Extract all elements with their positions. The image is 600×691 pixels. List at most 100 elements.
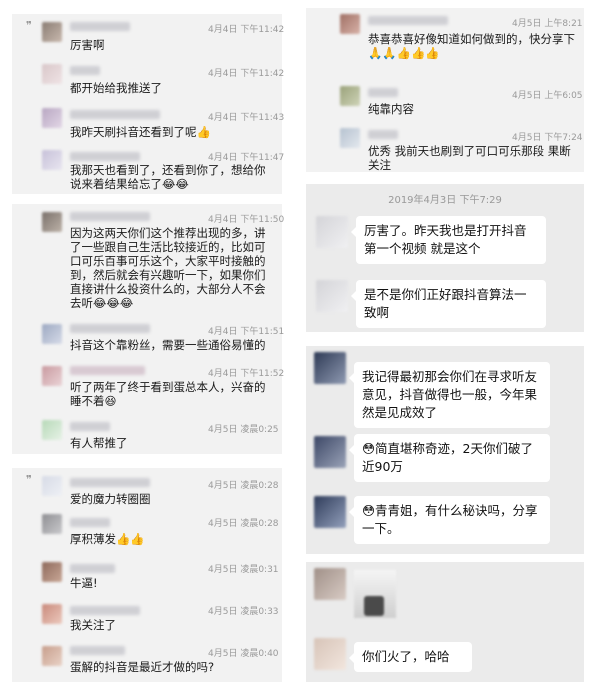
username[interactable] (70, 606, 140, 615)
comment-item: 4月5日 凌晨0:25 有人帮推了 (12, 414, 282, 454)
username[interactable] (70, 110, 160, 119)
comment-time: 4月5日 凌晨0:31 (208, 565, 279, 575)
comment-item: 4月5日 凌晨0:33 我关注了 (12, 598, 282, 638)
chat-panel-7: 你们火了，哈哈 (306, 562, 584, 682)
comment-item: 4月5日 上午8:21 恭喜恭喜好像知道如何做到的，快分享下🙏🙏👍👍👍 (306, 8, 584, 74)
username[interactable] (70, 22, 130, 31)
avatar[interactable] (42, 476, 62, 496)
avatar[interactable] (42, 212, 62, 232)
comment-text: 抖音这个靠粉丝，需要一些通俗易懂的 (70, 338, 266, 352)
avatar[interactable] (314, 436, 346, 468)
comment-item: 4月5日 下午7:24 优秀 我前天也刷到了可口可乐那段 果断关注 (306, 122, 584, 172)
comment-panel-2: 4月4日 下午11:50 因为这两天你们这个推荐出现的多，讲了一些跟自己生活比较… (12, 204, 285, 454)
chat-bubble: 😳简直堪称奇迹，2天你们破了近90万 (349, 434, 550, 482)
comment-text: 我昨天刷抖音还看到了呢👍 (70, 125, 211, 139)
username[interactable] (70, 324, 150, 333)
avatar[interactable] (42, 22, 62, 42)
avatar[interactable] (42, 420, 62, 440)
chat-bubble: 是不是你们正好跟抖音算法一致啊 (351, 280, 546, 328)
comment-time: 4月5日 凌晨0:25 (208, 425, 279, 435)
chat-panel-6: 我记得最初那会你们在寻求听友意见，抖音做得也一般，今年果然是见成效了 😳简直堪称… (306, 346, 584, 554)
avatar[interactable] (316, 216, 348, 248)
username[interactable] (70, 478, 150, 487)
username[interactable] (70, 212, 150, 221)
comment-time: 4月5日 下午7:24 (512, 133, 583, 143)
comment-item: 4月5日 凌晨0:28 爱的魔力转圈圈 (12, 468, 282, 508)
username[interactable] (70, 366, 145, 375)
comment-time: 4月4日 下午11:42 (208, 25, 285, 35)
avatar[interactable] (42, 646, 62, 666)
comment-time: 4月5日 上午6:05 (512, 91, 583, 101)
comment-text: 厚积薄发👍👍 (70, 532, 145, 546)
username[interactable] (70, 646, 125, 655)
avatar[interactable] (314, 568, 346, 600)
comment-text: 蛋解的抖音是最近才做的吗? (70, 660, 215, 674)
comment-time: 4月4日 下午11:43 (208, 113, 285, 123)
avatar[interactable] (314, 496, 346, 528)
avatar[interactable] (340, 86, 360, 106)
avatar[interactable] (340, 14, 360, 34)
username[interactable] (368, 16, 448, 25)
comment-time: 4月5日 凌晨0:40 (208, 649, 279, 659)
avatar[interactable] (314, 352, 346, 384)
username[interactable] (70, 564, 115, 573)
comment-time: 4月4日 下午11:50 (208, 215, 285, 225)
comment-time: 4月4日 下午11:52 (208, 369, 285, 379)
comment-item: 4月5日 上午6:05 纯靠内容 (306, 80, 584, 124)
avatar[interactable] (42, 324, 62, 344)
chat-bubble: 我记得最初那会你们在寻求听友意见，抖音做得也一般，今年果然是见成效了 (349, 362, 550, 428)
comment-text: 都开始给我推送了 (70, 81, 162, 95)
avatar[interactable] (42, 108, 62, 128)
comment-text: 优秀 我前天也刷到了可口可乐那段 果断关注 (368, 144, 571, 172)
username[interactable] (70, 152, 140, 161)
comment-text: 牛逼! (70, 576, 98, 590)
chat-bubble: 厉害了。昨天我也是打开抖音第一个视频 就是这个 (351, 216, 546, 264)
comment-text: 爱的魔力转圈圈 (70, 492, 151, 506)
comment-panel-1: ❞ 4月4日 下午11:42 厉害啊 4月4日 下午11:42 都开始给我推送了… (12, 14, 285, 194)
comment-text: 我那天也看到了，还看到你了，想给你说来着结果给忘了😂😂 (70, 163, 266, 191)
comment-text: 因为这两天你们这个推荐出现的多，讲了一些跟自己生活比较接近的，比如可口可乐百事可… (70, 226, 266, 310)
comment-text: 纯靠内容 (368, 102, 414, 116)
comment-time: 4月5日 凌晨0:28 (208, 519, 279, 529)
avatar[interactable] (340, 128, 360, 148)
username[interactable] (368, 130, 398, 139)
chat-panel-5: 2019年4月3日 下午7:29 厉害了。昨天我也是打开抖音第一个视频 就是这个… (306, 184, 584, 332)
chat-bubble: 😳青青姐，有什么秘诀吗，分享一下。 (349, 496, 550, 544)
username[interactable] (70, 518, 110, 527)
avatar[interactable] (42, 366, 62, 386)
comment-item: 4月4日 下午11:52 听了两年了终于看到蛋总本人，兴奋的睡不着😆 (12, 358, 285, 414)
chat-bubble: 你们火了，哈哈 (349, 642, 472, 672)
comment-item: 4月4日 下午11:42 都开始给我推送了 (12, 58, 285, 102)
comment-time: 4月4日 下午11:51 (208, 327, 285, 337)
comment-panel-3: ❞ 4月5日 凌晨0:28 爱的魔力转圈圈 4月5日 凌晨0:28 厚积薄发👍👍… (12, 468, 282, 682)
avatar[interactable] (316, 280, 348, 312)
comment-text: 恭喜恭喜好像知道如何做到的，快分享下🙏🙏👍👍👍 (368, 32, 575, 60)
video-thumbnail-figure (364, 596, 384, 616)
comment-item: 4月4日 下午11:42 厉害啊 (12, 14, 285, 60)
username[interactable] (70, 422, 110, 431)
avatar[interactable] (42, 562, 62, 582)
avatar[interactable] (42, 150, 62, 170)
comment-item: 4月5日 凌晨0:31 牛逼! (12, 556, 282, 596)
comment-item: 4月4日 下午11:43 我昨天刷抖音还看到了呢👍 (12, 102, 285, 146)
comment-text: 听了两年了终于看到蛋总本人，兴奋的睡不着😆 (70, 380, 266, 408)
comment-time: 4月5日 上午8:21 (512, 19, 583, 29)
username[interactable] (70, 66, 100, 75)
comment-time: 4月5日 凌晨0:28 (208, 481, 279, 491)
comment-item: 4月4日 下午11:50 因为这两天你们这个推荐出现的多，讲了一些跟自己生活比较… (12, 204, 285, 318)
comment-time: 4月5日 凌晨0:33 (208, 607, 279, 617)
comment-panel-4: 4月5日 上午8:21 恭喜恭喜好像知道如何做到的，快分享下🙏🙏👍👍👍 4月5日… (306, 8, 584, 172)
comment-text: 厉害啊 (70, 38, 105, 52)
username[interactable] (368, 88, 398, 97)
avatar[interactable] (42, 604, 62, 624)
comment-item: 4月5日 凌晨0:28 厚积薄发👍👍 (12, 508, 282, 550)
comment-item: 4月5日 凌晨0:40 蛋解的抖音是最近才做的吗? (12, 638, 282, 682)
avatar[interactable] (42, 64, 62, 84)
avatar[interactable] (42, 514, 62, 534)
comment-text: 我关注了 (70, 618, 116, 632)
comment-text: 有人帮推了 (70, 436, 128, 450)
comment-time: 4月4日 下午11:42 (208, 69, 285, 79)
comment-item: 4月4日 下午11:47 我那天也看到了，还看到你了，想给你说来着结果给忘了😂😂 (12, 144, 285, 194)
comment-time: 4月4日 下午11:47 (208, 153, 285, 163)
avatar[interactable] (314, 638, 346, 670)
